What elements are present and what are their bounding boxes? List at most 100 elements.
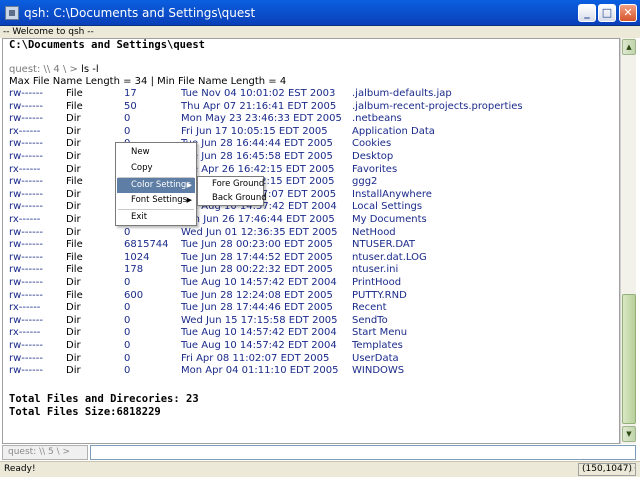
file-type: File	[66, 239, 83, 251]
file-type: File	[66, 176, 83, 188]
file-permissions: rw------	[9, 176, 43, 188]
file-date: Fri Apr 08 11:02:07 EDT 2005	[181, 352, 330, 364]
menu-item-new[interactable]: New	[117, 145, 195, 160]
file-name: PrintHood	[352, 277, 402, 288]
prompt-line: quest: \\ 4 \ > ls -l	[9, 64, 99, 75]
file-name: Application Data	[352, 125, 435, 137]
file-type: Dir	[66, 226, 81, 238]
command-bar: quest: \\ 5 \ >	[2, 445, 636, 460]
file-type: Dir	[66, 201, 81, 213]
file-row: rw------ Dir 0 Wed Jun 01 12:36:35 EDT 2005…	[9, 227, 609, 240]
file-permissions: rw------	[9, 151, 43, 162]
file-date: Tue Jun 28 17:44:46 EDT 2005	[181, 302, 333, 314]
file-type: Dir	[66, 277, 81, 288]
current-directory: C:\Documents and Settings\quest	[9, 39, 205, 51]
file-row: rw------ File 600 Tue Jun 28 12:24:08 EDT 2…	[9, 290, 609, 303]
menu-item-back-ground[interactable]: Back Ground	[199, 191, 267, 206]
file-row: rw------ Dir 0 Mon May 23 23:46:33 EDT 2005…	[9, 113, 609, 126]
file-date: Tue Jun 28 17:44:52 EDT 2005	[181, 251, 333, 263]
file-name: .jalbum-defaults.jap	[352, 88, 452, 99]
file-date: Tue Aug 10 14:57:42 EDT 2004	[181, 327, 337, 339]
file-date: Fri Jun 17 10:05:15 EDT 2005	[181, 125, 328, 137]
file-name: Desktop	[352, 151, 394, 162]
menu-item-label: Color Settings	[131, 180, 191, 190]
file-row: rw------ Dir 0 Wed Jun 15 17:15:58 EDT 2005…	[9, 315, 609, 328]
file-name: NTUSER.DAT	[352, 239, 416, 251]
file-permissions: rw------	[9, 100, 43, 112]
menu-item-exit[interactable]: Exit	[117, 210, 195, 225]
file-size: 0	[124, 352, 131, 364]
file-name: ntuser.dat.LOG	[352, 251, 427, 263]
title-bar[interactable]: qsh: C:\Documents and Settings\quest _ □…	[0, 0, 640, 26]
file-row: rw------File0Thu Jun 16 16:02:15 EDT 200…	[9, 176, 609, 189]
file-permissions: rw------	[9, 226, 43, 238]
file-permissions: rw------	[9, 264, 43, 276]
file-size: 0	[124, 302, 131, 314]
file-size: 6815744	[124, 239, 169, 251]
file-name: NetHood	[352, 226, 396, 238]
file-type: Dir	[66, 151, 81, 162]
command-prompt: quest: \\ 5 \ >	[2, 445, 88, 460]
file-permissions: rx------	[9, 163, 41, 175]
resize-grip-icon[interactable]: ⋰	[628, 466, 638, 476]
terminal-output[interactable]: C:\Documents and Settings\quest quest: \…	[2, 38, 620, 444]
file-date: Tue Jun 28 12:24:08 EDT 2005	[181, 289, 333, 301]
file-row: rx------ Dir 0 Tue Aug 10 14:57:42 EDT 2004…	[9, 327, 609, 340]
close-button[interactable]: ✕	[619, 4, 637, 22]
file-name: InstallAnywhere	[352, 188, 432, 200]
file-row: rw------ File 1024 Tue Jun 28 17:44:52 EDT …	[9, 252, 609, 265]
file-size: 50	[124, 100, 137, 112]
status-bar: Ready! (150,1047) ⋰	[0, 461, 640, 477]
submenu-arrow-icon: ▶	[186, 181, 192, 189]
context-menu: New Copy Color Settings ▶ Font Settings …	[115, 142, 197, 226]
file-size: 0	[124, 277, 131, 288]
menu-item-font-settings[interactable]: Font Settings ▶	[117, 193, 195, 208]
file-permissions: rw------	[9, 113, 43, 125]
file-name: Cookies	[352, 138, 392, 150]
file-row: rw------Dir0Tue Jun 28 16:44:44 EDT 2005…	[9, 138, 609, 151]
file-type: File	[66, 100, 83, 112]
menu-item-fore-ground[interactable]: Fore Ground	[199, 177, 264, 192]
file-type: Dir	[66, 188, 81, 200]
file-row: rx------Dir0Sun Jun 26 17:46:44 EDT 2005…	[9, 214, 609, 227]
file-type: Dir	[66, 327, 81, 339]
file-date: Wed Jun 15 17:15:58 EDT 2005	[181, 314, 338, 326]
menu-item-color-settings[interactable]: Color Settings ▶	[117, 178, 195, 193]
file-size: 0	[124, 113, 131, 125]
filename-length-info: Max File Name Length = 34 | Min File Nam…	[9, 76, 287, 87]
file-name: Start Menu	[352, 327, 408, 339]
file-type: Dir	[66, 314, 81, 326]
file-date: Tue Jun 28 00:22:32 EDT 2005	[181, 264, 333, 276]
file-name: WINDOWS	[352, 365, 405, 377]
menu-item-copy[interactable]: Copy	[117, 161, 195, 176]
file-permissions: rw------	[9, 201, 43, 213]
file-type: Dir	[66, 365, 81, 377]
file-date: Tue Jun 28 00:23:00 EDT 2005	[181, 239, 333, 251]
file-row: rw------ File 6815744 Tue Jun 28 00:23:00 E…	[9, 239, 609, 252]
maximize-button[interactable]: □	[598, 4, 616, 22]
file-size: 0	[124, 365, 131, 377]
scroll-up-icon[interactable]: ▲	[622, 39, 636, 55]
scroll-thumb[interactable]	[622, 294, 636, 424]
file-size: 0	[124, 340, 131, 351]
file-row: rw------Dir0Tue Mar 22 11:37:07 EDT 2005…	[9, 189, 609, 202]
file-date: Mon Apr 04 01:11:10 EDT 2005	[181, 365, 339, 377]
vertical-scrollbar[interactable]: ▲ ▼	[620, 38, 636, 444]
file-name: UserData	[352, 352, 399, 364]
scroll-down-icon[interactable]: ▼	[622, 426, 636, 442]
file-name: SendTo	[352, 314, 388, 326]
command-input[interactable]	[90, 445, 636, 460]
file-type: Dir	[66, 214, 81, 225]
file-name: ggg2	[352, 176, 378, 188]
file-row: rw------ Dir 0 Tue Aug 10 14:57:42 EDT 2004…	[9, 277, 609, 290]
file-permissions: rw------	[9, 239, 43, 251]
file-name: ntuser.ini	[352, 264, 399, 276]
file-permissions: rw------	[9, 138, 43, 150]
file-row: rx------ Dir 0 Tue Jun 28 17:44:46 EDT 2005…	[9, 302, 609, 315]
file-date: Tue Jun 28 16:45:58 EDT 2005	[181, 151, 333, 162]
file-date: Sun Jun 26 17:46:44 EDT 2005	[181, 214, 335, 225]
app-icon[interactable]	[5, 6, 19, 20]
file-name: Local Settings	[352, 201, 423, 213]
file-size: 0	[124, 226, 131, 238]
minimize-button[interactable]: _	[578, 4, 596, 22]
